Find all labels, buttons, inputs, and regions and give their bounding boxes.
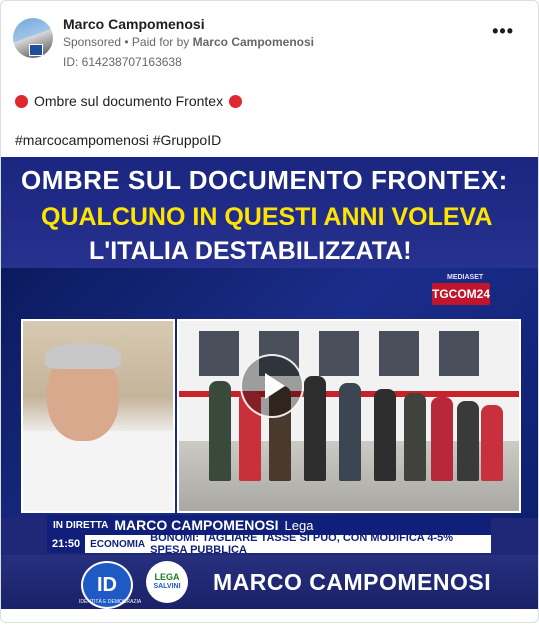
mediaset-label: MEDIASET (447, 274, 484, 281)
lega-logo-top: LEGA (154, 572, 180, 582)
ad-id: ID: 614238707163638 (63, 55, 182, 69)
post-header: Marco Campomenosi Sponsored • Paid for b… (13, 13, 526, 73)
live-label: IN DIRETTA (53, 519, 109, 531)
person-figure (404, 393, 426, 481)
person-figure (339, 383, 361, 481)
ticker-text: BONOMI: TAGLIARE TASSE SI PUÒ, CON MODIF… (150, 532, 454, 556)
person-figure (431, 397, 453, 481)
speaker-inset (21, 319, 175, 513)
advertiser-name[interactable]: Marco Campomenosi (63, 16, 205, 32)
ticker-time: 21:50 (47, 535, 86, 553)
person-figure (304, 376, 326, 481)
sponsored-label: Sponsored (63, 35, 122, 49)
id-badge-icon (29, 44, 43, 56)
video-bottom-name: MARCO CAMPOMENOSI (213, 569, 492, 595)
tgcom24-logo: TGCOM24 (432, 283, 490, 305)
lega-logo: LEGA SALVINI (146, 561, 188, 603)
more-options-icon[interactable]: ••• (492, 22, 514, 40)
id-party-caption: IDENTITÀ E DEMOCRAZIA (79, 599, 142, 605)
red-circle-icon (15, 94, 28, 108)
lega-logo-bottom: SALVINI (153, 583, 181, 590)
person-figure (209, 381, 231, 481)
speaker-hair (45, 343, 121, 369)
ticker-section: ECONOMIA (90, 538, 146, 550)
video-headline: OMBRE SUL DOCUMENTO FRONTEX: QUALCUNO IN… (1, 157, 538, 268)
lower-third-speaker: MARCO CAMPOMENOSI (114, 517, 279, 533)
post-hashtags[interactable]: #marcocampomenosi #GruppoID (15, 132, 221, 148)
paid-for-prefix: Paid for by (131, 35, 190, 49)
play-button-icon[interactable] (240, 354, 304, 418)
post-title: Ombre sul documento Frontex (15, 93, 243, 109)
headline-line3: L'ITALIA DESTABILIZZATA! (89, 237, 412, 265)
person-figure (457, 401, 479, 481)
paid-for-name: Marco Campomenosi (192, 35, 314, 49)
migrants-scene (177, 319, 521, 513)
person-figure (481, 405, 503, 481)
red-circle-icon (229, 94, 243, 108)
news-ticker: 21:50 ECONOMIA BONOMI: TAGLIARE TASSE SI… (47, 532, 491, 556)
lower-third-party: Lega (284, 517, 314, 533)
post-title-text: Ombre sul documento Frontex (34, 93, 224, 109)
person-figure (374, 389, 396, 481)
headline-line1: OMBRE SUL DOCUMENTO FRONTEX: (21, 165, 508, 195)
headline-line2: QUALCUNO IN QUESTI ANNI VOLEVA (41, 203, 493, 231)
speaker-shirt (23, 431, 173, 511)
video-player[interactable]: OMBRE SUL DOCUMENTO FRONTEX: QUALCUNO IN… (1, 157, 538, 609)
ad-card: Marco Campomenosi Sponsored • Paid for b… (0, 0, 539, 623)
sponsored-line: Sponsored • Paid for by Marco Campomenos… (63, 35, 314, 49)
advertiser-avatar[interactable] (13, 18, 53, 58)
